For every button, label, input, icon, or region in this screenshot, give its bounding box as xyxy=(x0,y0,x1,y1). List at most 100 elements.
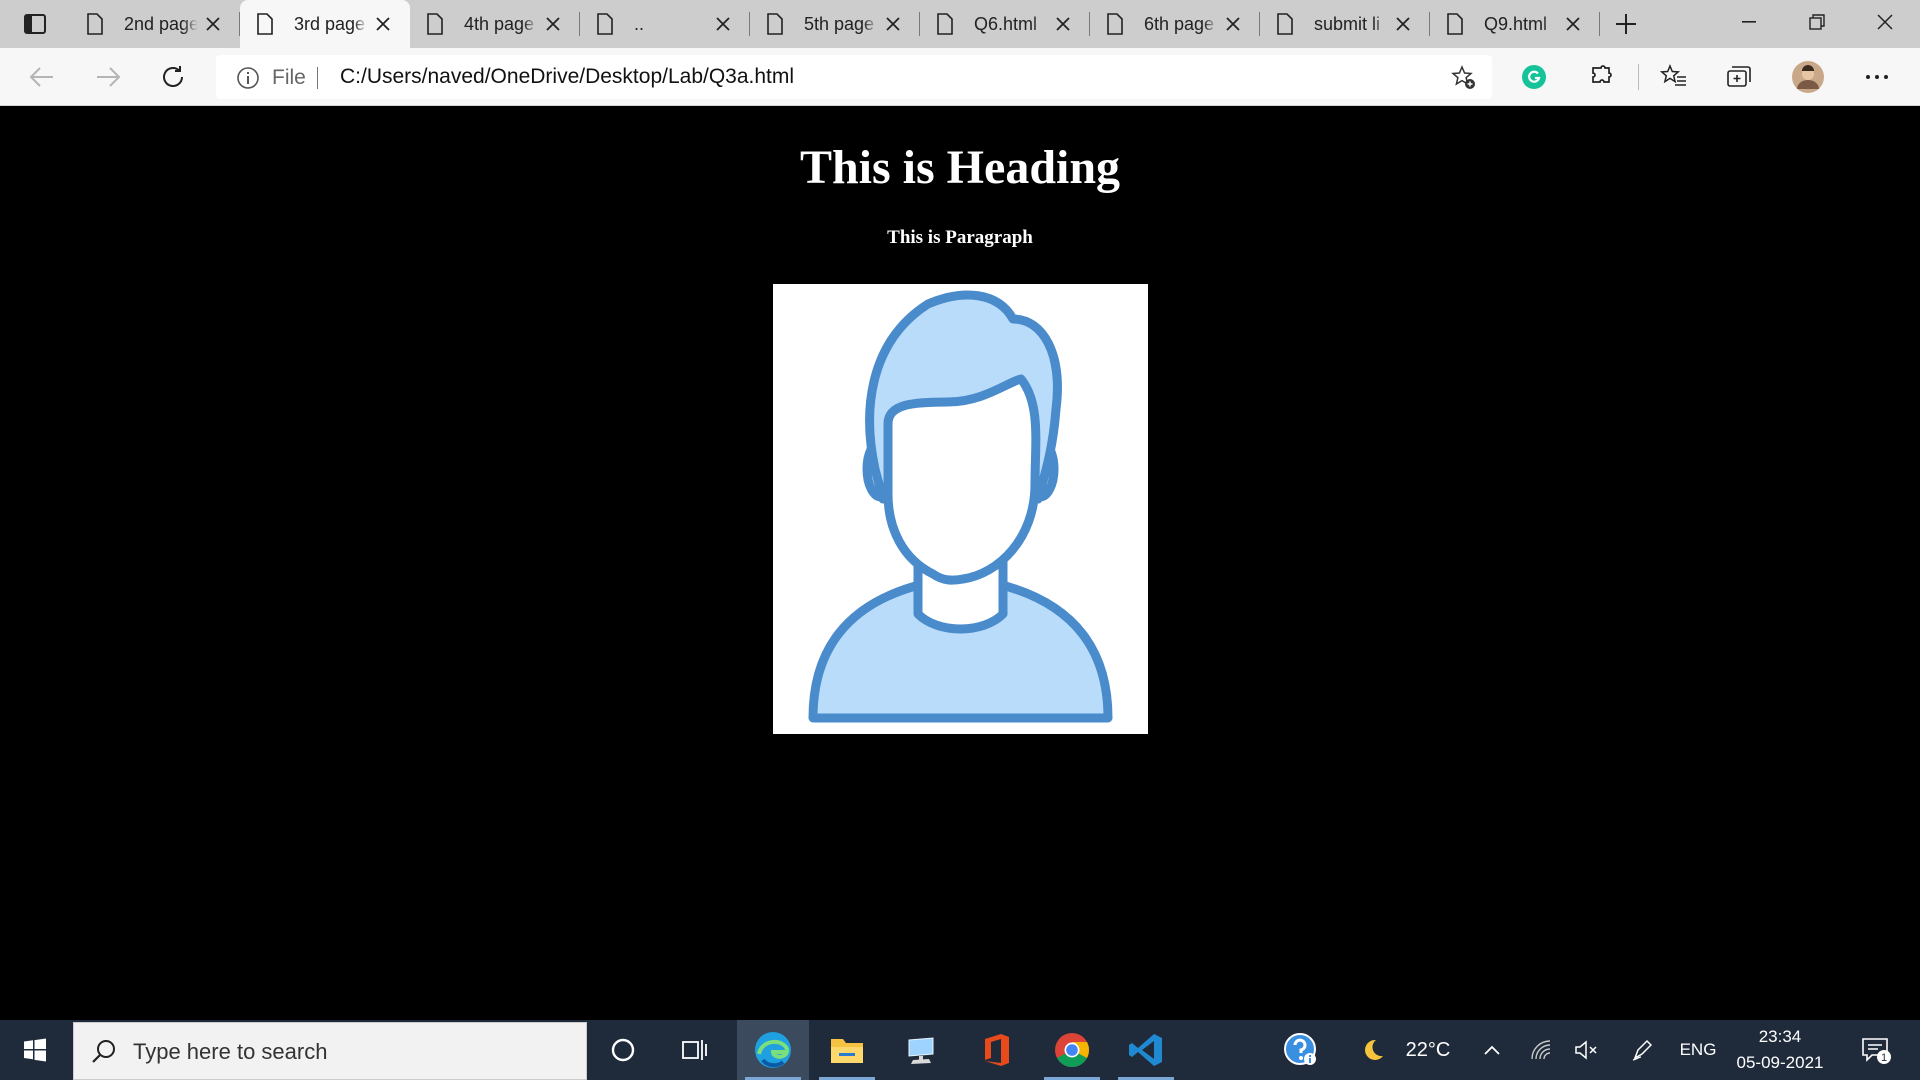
show-hidden-icons-button[interactable] xyxy=(1478,1020,1506,1080)
pen-workspace-button[interactable] xyxy=(1628,1020,1658,1080)
input-language-indicator[interactable]: ENG xyxy=(1676,1020,1720,1080)
wifi-icon xyxy=(1531,1040,1551,1060)
close-tab-button[interactable] xyxy=(1558,9,1588,39)
tab-4th-page[interactable]: 4th page xyxy=(410,0,580,48)
page-icon xyxy=(597,13,613,35)
grammarly-button[interactable] xyxy=(1517,60,1551,94)
page-paragraph: This is Paragraph xyxy=(887,227,1033,248)
tab-q9[interactable]: Q9.html xyxy=(1430,0,1600,48)
notification-count: 1 xyxy=(1881,1052,1887,1064)
taskbar-vscode[interactable] xyxy=(1110,1020,1182,1080)
more-options-icon xyxy=(1866,75,1888,79)
url-text[interactable]: C:/Users/naved/OneDrive/Desktop/Lab/Q3a.… xyxy=(340,65,794,89)
back-button[interactable] xyxy=(22,57,62,97)
profile-button[interactable] xyxy=(1791,60,1825,94)
tab-5th-page[interactable]: 5th page xyxy=(750,0,920,48)
close-tab-button[interactable] xyxy=(1218,9,1248,39)
taskbar-chrome[interactable] xyxy=(1036,1020,1108,1080)
extensions-button[interactable] xyxy=(1584,60,1618,94)
collections-button[interactable] xyxy=(1722,60,1756,94)
tab-label: 3rd page xyxy=(294,13,366,34)
clock-date: 05-09-2021 xyxy=(1736,1053,1824,1072)
tab-3rd-page[interactable]: 3rd page xyxy=(240,0,410,48)
new-tab-button[interactable] xyxy=(1606,0,1646,48)
tab-submit[interactable]: submit li xyxy=(1260,0,1430,48)
task-view-icon xyxy=(682,1040,707,1060)
page-heading: This is Heading xyxy=(799,141,1121,194)
system-clock[interactable]: 23:34 05-09-2021 xyxy=(1720,1020,1840,1080)
extensions-icon xyxy=(1592,65,1612,83)
more-options-button[interactable] xyxy=(1860,60,1894,94)
network-button[interactable] xyxy=(1526,1020,1556,1080)
close-tab-button[interactable] xyxy=(198,9,228,39)
chevron-up-icon xyxy=(1484,1045,1500,1055)
cortana-icon xyxy=(611,1038,635,1062)
address-divider xyxy=(317,67,318,89)
address-bar[interactable]: File C:/Users/naved/OneDrive/Desktop/Lab… xyxy=(216,55,1492,99)
help-icon xyxy=(1284,1033,1316,1065)
weather-temperature[interactable]: 22°C xyxy=(1398,1020,1458,1080)
chrome-icon xyxy=(1055,1033,1089,1067)
taskbar-remote-desktop[interactable] xyxy=(885,1020,957,1080)
taskbar-edge[interactable] xyxy=(737,1020,809,1080)
restore-button[interactable] xyxy=(1784,0,1850,44)
tab-label: submit li xyxy=(1314,13,1381,34)
close-tab-button[interactable] xyxy=(538,9,568,39)
tab-actions-menu-button[interactable] xyxy=(14,8,56,40)
volume-button[interactable] xyxy=(1572,1020,1602,1080)
remote-desktop-icon xyxy=(908,1037,934,1064)
taskbar-file-explorer[interactable] xyxy=(811,1020,883,1080)
taskbar-office[interactable] xyxy=(961,1020,1033,1080)
close-tab-button[interactable] xyxy=(1388,9,1418,39)
close-icon xyxy=(206,17,220,31)
tab-label: 5th page xyxy=(804,13,875,34)
pen-icon xyxy=(1632,1039,1653,1061)
forward-button[interactable] xyxy=(88,57,128,97)
tab-untitled[interactable]: .. xyxy=(580,0,750,48)
cortana-button[interactable] xyxy=(587,1020,659,1080)
tab-q6[interactable]: Q6.html xyxy=(920,0,1090,48)
task-view-button[interactable] xyxy=(659,1020,731,1080)
tab-6th-page[interactable]: 6th page xyxy=(1090,0,1260,48)
minimize-button[interactable] xyxy=(1716,0,1782,44)
close-tab-button[interactable] xyxy=(878,9,908,39)
close-icon xyxy=(376,17,390,31)
add-favorite-button[interactable] xyxy=(1450,64,1478,92)
taskbar-search-box[interactable]: Type here to search xyxy=(73,1022,587,1080)
page-icon xyxy=(1447,13,1463,35)
clock-time: 23:34 xyxy=(1758,1027,1802,1046)
close-tab-button[interactable] xyxy=(368,9,398,39)
vscode-icon xyxy=(1129,1034,1162,1066)
close-icon xyxy=(1877,14,1893,30)
tab-label: 6th page xyxy=(1144,13,1215,34)
windows-logo-icon xyxy=(24,1038,46,1062)
refresh-button[interactable] xyxy=(153,57,193,97)
tab-actions-icon xyxy=(24,14,46,34)
page-icon xyxy=(767,13,783,35)
close-icon xyxy=(1226,17,1240,31)
back-arrow-icon xyxy=(29,67,53,87)
action-center-button[interactable]: 1 xyxy=(1852,1020,1900,1080)
tab-label: .. xyxy=(634,13,645,34)
close-window-button[interactable] xyxy=(1852,0,1918,44)
tab-label: Q6.html xyxy=(974,13,1038,34)
office-icon xyxy=(985,1034,1009,1066)
collections-icon xyxy=(1727,66,1751,87)
start-button[interactable] xyxy=(0,1020,70,1080)
user-avatar-icon xyxy=(808,290,1113,723)
close-icon xyxy=(716,17,730,31)
close-tab-button[interactable] xyxy=(1048,9,1078,39)
restore-icon xyxy=(1809,14,1825,30)
page-icon xyxy=(1107,13,1123,35)
user-avatar-image xyxy=(773,284,1148,734)
favorites-icon xyxy=(1660,64,1686,86)
favorites-button[interactable] xyxy=(1657,60,1691,94)
close-tab-button[interactable] xyxy=(708,9,738,39)
file-explorer-icon xyxy=(831,1039,863,1063)
weather-button[interactable] xyxy=(1358,1020,1388,1080)
volume-muted-icon xyxy=(1575,1040,1597,1060)
close-icon xyxy=(1396,17,1410,31)
help-tray-button[interactable] xyxy=(1278,1020,1324,1080)
info-icon[interactable] xyxy=(236,66,260,90)
tab-2nd-page[interactable]: 2nd page xyxy=(70,0,240,48)
